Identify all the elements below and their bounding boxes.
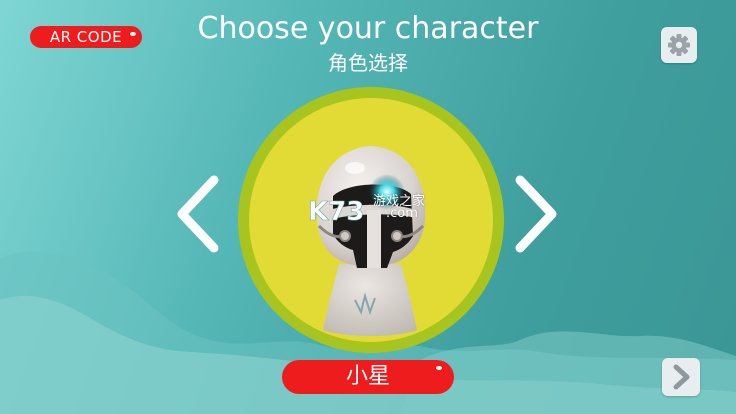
robot-body [323, 264, 417, 336]
name-pill-shine [436, 366, 442, 370]
chevron-left-icon [177, 175, 219, 253]
character-name: 小星 [345, 364, 390, 389]
prev-character-button[interactable] [172, 172, 224, 256]
continue-button[interactable] [662, 358, 700, 396]
watermark-domain: .com [386, 206, 418, 221]
settings-button[interactable] [661, 27, 697, 63]
svg-text:K73: K73 [308, 197, 364, 227]
page-subtitle: 角色选择 [328, 51, 408, 75]
chevron-right-icon [673, 364, 690, 390]
watermark-logo: K73 [308, 197, 365, 228]
next-character-button[interactable] [510, 172, 562, 256]
watermark: K73 游戏之家 .com [306, 190, 446, 230]
character-name-pill: 小星 [282, 360, 454, 394]
gear-icon [668, 34, 690, 56]
chevron-right-icon [515, 175, 557, 253]
page-title: Choose your character [197, 11, 539, 46]
